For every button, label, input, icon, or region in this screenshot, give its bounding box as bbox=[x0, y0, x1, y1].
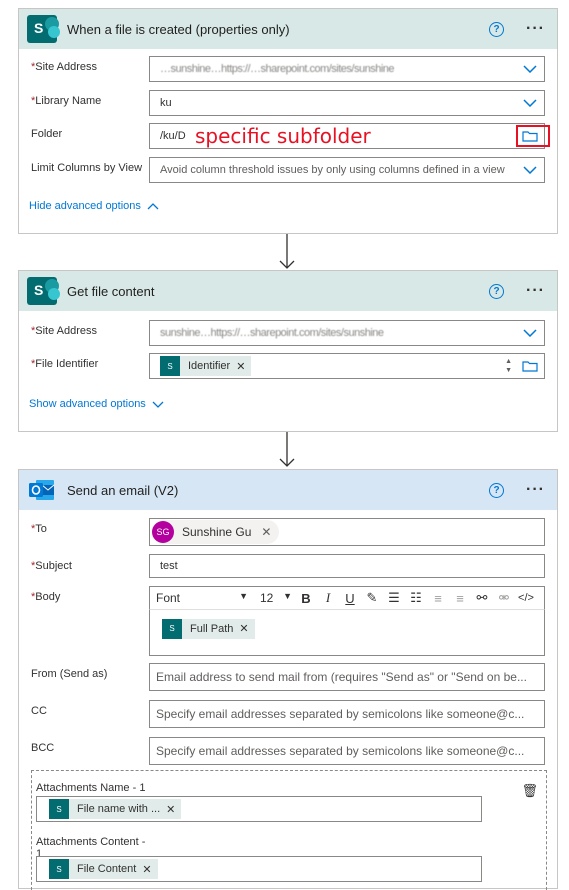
font-size-select[interactable]: 12 ▼ bbox=[260, 591, 292, 605]
remove-token-icon[interactable]: ✕ bbox=[236, 360, 245, 373]
more-options-icon[interactable]: ··· bbox=[526, 282, 545, 300]
chevron-down-icon bbox=[152, 401, 164, 408]
limit-columns-field[interactable]: Avoid column threshold issues by only us… bbox=[149, 157, 545, 183]
link-icon[interactable]: ⚯ bbox=[474, 590, 490, 606]
sharepoint-icon: S bbox=[162, 618, 182, 639]
folder-label: Folder bbox=[31, 128, 63, 140]
flow-arrow-icon bbox=[279, 234, 295, 269]
subject-label: *Subject bbox=[31, 560, 72, 572]
subject-field[interactable]: test bbox=[149, 554, 545, 578]
to-field[interactable]: SG Sunshine Gu ✕ bbox=[149, 518, 545, 546]
library-name-label: *Library Name bbox=[31, 95, 102, 107]
remove-token-icon[interactable]: ✕ bbox=[142, 863, 151, 876]
chevron-down-icon[interactable] bbox=[516, 166, 544, 174]
decrease-indent-icon[interactable]: ≡ bbox=[430, 591, 446, 606]
send-email-card: Send an email (V2) ? ··· *To SG Sunshine… bbox=[18, 469, 558, 890]
card-title: Send an email (V2) bbox=[67, 482, 179, 498]
highlight-pen-icon[interactable]: ✎ bbox=[364, 590, 380, 606]
font-select[interactable]: Font ▼ bbox=[156, 591, 248, 605]
more-options-icon[interactable]: ··· bbox=[526, 20, 545, 38]
increase-indent-icon[interactable]: ≡ bbox=[452, 591, 468, 606]
card-title: When a file is created (properties only) bbox=[67, 21, 290, 37]
library-name-field[interactable]: ku bbox=[149, 90, 545, 116]
underline-icon[interactable]: U bbox=[342, 591, 358, 606]
send-email-header[interactable]: Send an email (V2) ? ··· bbox=[19, 470, 557, 510]
attachments-content-label: Attachments Content - bbox=[36, 836, 146, 848]
chevron-down-icon[interactable] bbox=[516, 99, 544, 107]
chevron-up-icon bbox=[147, 202, 159, 209]
body-label: *Body bbox=[31, 591, 61, 603]
dynamic-content-token[interactable]: S File Content ✕ bbox=[49, 859, 158, 879]
attachments-section: 🗑 Attachments Name - 1 S File name with … bbox=[31, 770, 547, 890]
help-icon[interactable]: ? bbox=[489, 283, 505, 299]
get-file-content-card: S Get file content ? ··· *Site Address s… bbox=[18, 270, 558, 432]
site-address-label: *Site Address bbox=[31, 61, 98, 73]
from-field[interactable]: Email address to send mail from (require… bbox=[149, 663, 545, 691]
get-file-content-header[interactable]: S Get file content ? ··· bbox=[19, 271, 557, 311]
body-editor[interactable]: S Full Path ✕ bbox=[149, 610, 545, 656]
dynamic-content-token[interactable]: S File name with ... ✕ bbox=[49, 799, 182, 819]
to-label: *To bbox=[31, 523, 47, 535]
remove-token-icon[interactable]: ✕ bbox=[166, 803, 175, 816]
annotation-highlight-box bbox=[516, 125, 550, 147]
sharepoint-icon: S bbox=[27, 277, 60, 305]
bcc-field[interactable]: Specify email addresses separated by sem… bbox=[149, 737, 545, 765]
avatar: SG bbox=[152, 521, 174, 543]
italic-icon[interactable]: I bbox=[320, 590, 336, 606]
unlink-icon[interactable]: ⚮ bbox=[496, 590, 512, 606]
site-address-field[interactable]: sunshine…https://…sharepoint.com/sites/s… bbox=[149, 320, 545, 346]
flow-arrow-icon bbox=[279, 432, 295, 467]
recipient-persona[interactable]: SG Sunshine Gu ✕ bbox=[152, 520, 280, 544]
chevron-down-icon[interactable] bbox=[516, 329, 544, 337]
stepper-icon[interactable]: ▲ ▼ bbox=[505, 357, 512, 375]
limit-columns-label: Limit Columns by View bbox=[31, 162, 143, 174]
code-view-icon[interactable]: </> bbox=[518, 592, 534, 604]
dynamic-content-token[interactable]: S Identifier ✕ bbox=[160, 356, 252, 376]
more-options-icon[interactable]: ··· bbox=[526, 481, 545, 499]
outlook-icon bbox=[27, 476, 57, 504]
attachments-name-field[interactable]: S File name with ... ✕ bbox=[36, 796, 482, 822]
hide-advanced-options-link[interactable]: Hide advanced options bbox=[29, 200, 159, 212]
trigger-card: S When a file is created (properties onl… bbox=[18, 8, 558, 234]
help-icon[interactable]: ? bbox=[489, 482, 505, 498]
sharepoint-icon: S bbox=[160, 356, 180, 376]
show-advanced-options-link[interactable]: Show advanced options bbox=[29, 398, 164, 410]
site-address-field[interactable]: …sunshine…https://…sharepoint.com/sites/… bbox=[149, 56, 545, 82]
remove-recipient-icon[interactable]: ✕ bbox=[261, 525, 271, 539]
help-icon[interactable]: ? bbox=[489, 21, 505, 37]
sharepoint-icon: S bbox=[49, 859, 69, 879]
card-title: Get file content bbox=[67, 283, 155, 299]
file-identifier-label: *File Identifier bbox=[31, 358, 99, 370]
sharepoint-icon: S bbox=[49, 799, 69, 819]
remove-token-icon[interactable]: ✕ bbox=[239, 622, 248, 635]
bulleted-list-icon[interactable]: ☰ bbox=[386, 590, 402, 606]
body-toolbar: Font ▼ 12 ▼ B I U ✎ ☰ ☷ ≡ ≡ ⚯ ⚮ </> bbox=[149, 586, 545, 610]
cc-label: CC bbox=[31, 705, 47, 717]
trigger-card-header[interactable]: S When a file is created (properties onl… bbox=[19, 9, 557, 49]
dynamic-content-token[interactable]: S Full Path ✕ bbox=[162, 618, 255, 639]
site-address-label: *Site Address bbox=[31, 325, 98, 337]
attachments-name-label: Attachments Name - 1 bbox=[36, 782, 146, 794]
attachments-content-field[interactable]: S File Content ✕ bbox=[36, 856, 482, 882]
cc-field[interactable]: Specify email addresses separated by sem… bbox=[149, 700, 545, 728]
delete-item-icon[interactable]: 🗑 bbox=[521, 783, 538, 799]
folder-picker-icon[interactable] bbox=[516, 360, 544, 372]
annotation-text: specific subfolder bbox=[195, 124, 371, 148]
numbered-list-icon[interactable]: ☷ bbox=[408, 590, 424, 606]
chevron-down-icon[interactable] bbox=[516, 65, 544, 73]
from-label: From (Send as) bbox=[31, 668, 108, 680]
file-identifier-field[interactable]: S Identifier ✕ ▲ ▼ bbox=[149, 353, 545, 379]
bcc-label: BCC bbox=[31, 742, 55, 754]
bold-icon[interactable]: B bbox=[298, 591, 314, 606]
sharepoint-icon: S bbox=[27, 15, 60, 43]
